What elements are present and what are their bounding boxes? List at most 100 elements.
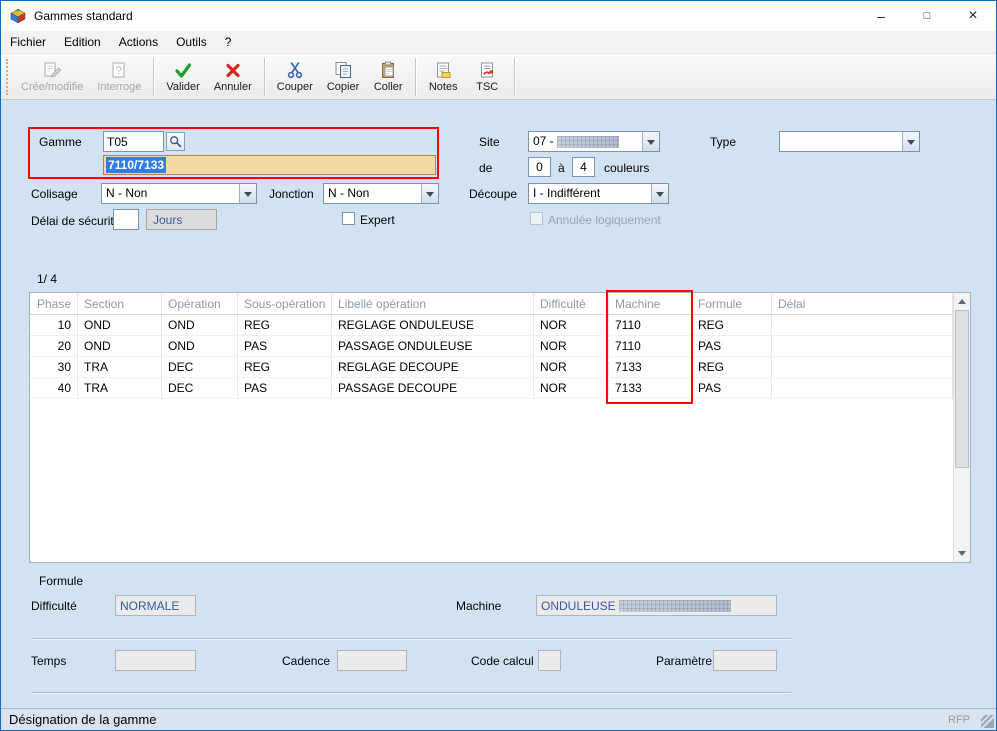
redacted-blur: [557, 136, 619, 148]
copy-icon: [334, 60, 353, 79]
type-label: Type: [710, 135, 736, 149]
table-cell: PAS: [692, 336, 772, 356]
grid-column-header[interactable]: Opération: [162, 293, 238, 314]
svg-text:?: ?: [116, 65, 122, 77]
site-combobox[interactable]: 07 -: [528, 131, 660, 152]
grid-column-header[interactable]: Difficulté: [534, 293, 609, 314]
table-cell: REG: [238, 357, 332, 377]
valider-button[interactable]: Valider: [159, 56, 206, 98]
chevron-down-icon[interactable]: [642, 132, 659, 151]
chevron-down-icon[interactable]: [651, 184, 668, 203]
designation-field[interactable]: 7110/7133: [103, 155, 436, 175]
close-button[interactable]: ×: [950, 1, 996, 30]
table-cell: OND: [78, 315, 162, 335]
formule-separator: [31, 692, 791, 693]
scroll-up-icon[interactable]: [954, 293, 970, 310]
table-cell: REG: [692, 315, 772, 335]
chevron-down-icon[interactable]: [239, 184, 256, 203]
grid-column-header[interactable]: Phase: [30, 293, 78, 314]
table-cell: 7133: [609, 357, 692, 377]
delai-securite-label: Délai de sécurité: [31, 214, 120, 228]
table-cell: REG: [238, 315, 332, 335]
scrollbar-thumb[interactable]: [955, 310, 969, 468]
machine-value-box: ONDULEUSE: [536, 595, 777, 616]
table-row[interactable]: 20ONDONDPASPASSAGE ONDULEUSENOR7110PAS: [30, 336, 970, 357]
annuler-button[interactable]: Annuler: [207, 56, 259, 98]
table-cell: 7110: [609, 336, 692, 356]
table-cell: 10: [30, 315, 78, 335]
jonction-combobox[interactable]: N - Non: [323, 183, 439, 204]
grid-column-header[interactable]: Section: [78, 293, 162, 314]
type-value: [780, 132, 902, 151]
gamme-search-button[interactable]: [166, 132, 185, 151]
table-cell: REGLAGE ONDULEUSE: [332, 315, 534, 335]
query-document-icon: ?: [109, 60, 129, 79]
grid-column-header[interactable]: Libellé opération: [332, 293, 534, 314]
toolbar-separator: [415, 58, 416, 96]
toolbar-button-label: Notes: [429, 81, 458, 93]
tsc-button[interactable]: TSC: [465, 56, 509, 98]
couper-button[interactable]: Couper: [270, 56, 320, 98]
code-calcul-label: Code calcul: [471, 654, 534, 668]
table-cell: PASSAGE ONDULEUSE: [332, 336, 534, 356]
chevron-down-icon[interactable]: [421, 184, 438, 203]
decoupe-combobox[interactable]: I - Indifférent: [528, 183, 669, 204]
toolbar-button-label: TSC: [476, 81, 498, 93]
menu-edition[interactable]: Edition: [55, 32, 110, 52]
chevron-down-icon[interactable]: [902, 132, 919, 151]
notes-button[interactable]: Notes: [421, 56, 465, 98]
toolbar-button-label: Annuler: [214, 81, 252, 93]
table-cell: NOR: [534, 315, 609, 335]
grid-vertical-scrollbar[interactable]: [953, 293, 970, 562]
parametre-value-box: [713, 650, 777, 671]
table-row[interactable]: 10ONDONDREGREGLAGE ONDULEUSENOR7110REG: [30, 315, 970, 336]
toolbar-button-label: Crée/modifie: [21, 81, 83, 93]
expert-checkbox[interactable]: [342, 212, 355, 225]
edit-document-icon: [42, 60, 62, 79]
menu-fichier[interactable]: Fichier: [1, 32, 55, 52]
gamme-input[interactable]: [103, 131, 164, 152]
menu-bar: Fichier Edition Actions Outils ?: [1, 31, 996, 53]
grid-column-header[interactable]: Formule: [692, 293, 772, 314]
table-cell: REG: [692, 357, 772, 377]
maximize-button[interactable]: □: [904, 1, 950, 30]
grid-column-header[interactable]: Délai: [772, 293, 953, 314]
minimize-button[interactable]: –: [858, 1, 904, 30]
menu-help[interactable]: ?: [216, 32, 241, 52]
close-icon: ×: [968, 7, 977, 25]
coller-button[interactable]: Coller: [366, 56, 410, 98]
resize-grip[interactable]: [981, 715, 994, 728]
grid-column-header[interactable]: Machine: [609, 293, 692, 314]
toolbar: Crée/modifie ? Interroge Valider: [1, 53, 996, 100]
tsc-document-icon: [478, 60, 496, 79]
colors-to-input[interactable]: [572, 157, 595, 177]
window-title: Gammes standard: [34, 9, 133, 23]
scroll-down-icon[interactable]: [954, 545, 970, 562]
jonction-value: N - Non: [324, 184, 421, 203]
table-row[interactable]: 40TRADECPASPASSAGE DECOUPENOR7133PAS: [30, 378, 970, 399]
colisage-combobox[interactable]: N - Non: [101, 183, 257, 204]
status-text: Désignation de la gamme: [9, 712, 156, 727]
table-cell: PAS: [238, 336, 332, 356]
table-cell: PAS: [692, 378, 772, 398]
grid-row-counter: 1/ 4: [37, 272, 57, 286]
table-cell: [772, 315, 953, 335]
code-calcul-value-box: [538, 650, 561, 671]
toolbar-button-label: Coller: [374, 81, 403, 93]
delai-securite-input[interactable]: [113, 209, 139, 230]
menu-actions[interactable]: Actions: [110, 32, 167, 52]
check-icon: [174, 60, 192, 79]
operations-grid: PhaseSectionOpérationSous-opérationLibel…: [29, 292, 971, 563]
paste-clipboard-icon: [379, 60, 397, 79]
table-row[interactable]: 30TRADECREGREGLAGE DECOUPENOR7133REG: [30, 357, 970, 378]
title-bar: Gammes standard – □ ×: [1, 1, 996, 31]
type-combobox[interactable]: [779, 131, 920, 152]
grid-column-header[interactable]: Sous-opération: [238, 293, 332, 314]
colors-from-input[interactable]: [528, 157, 551, 177]
status-right-text: RFP: [948, 714, 970, 726]
menu-outils[interactable]: Outils: [167, 32, 216, 52]
copier-button[interactable]: Copier: [320, 56, 366, 98]
jonction-label: Jonction: [269, 187, 314, 201]
table-cell: PASSAGE DECOUPE: [332, 378, 534, 398]
expert-label: Expert: [360, 213, 395, 227]
